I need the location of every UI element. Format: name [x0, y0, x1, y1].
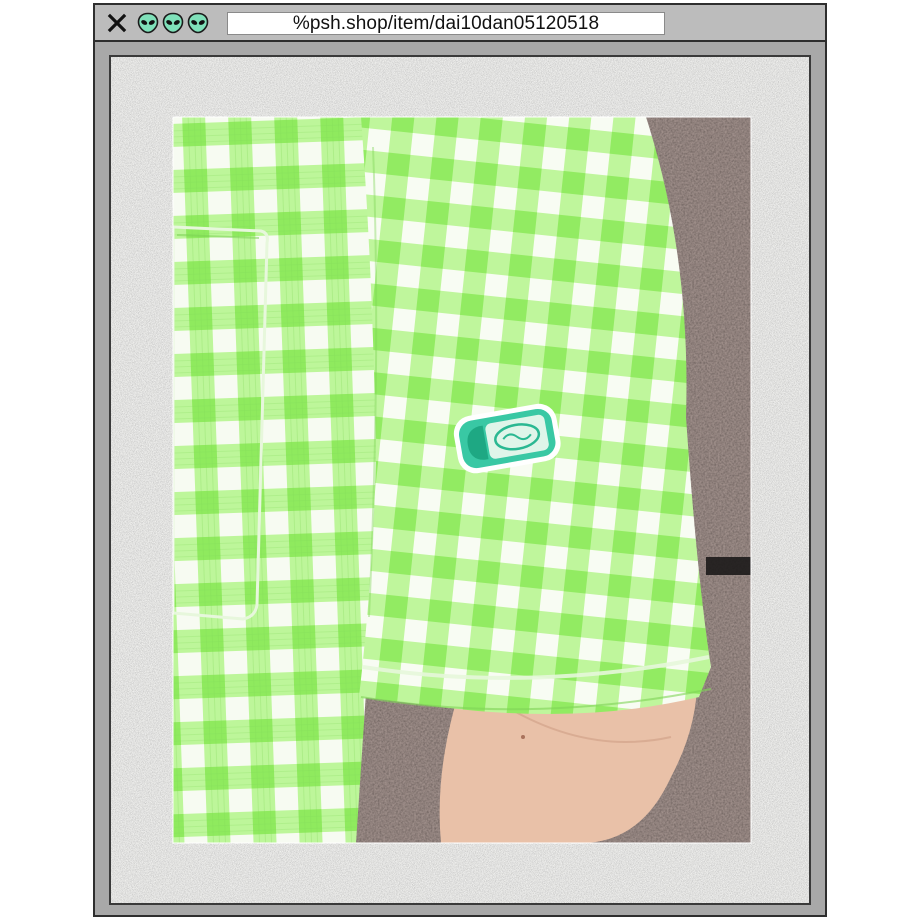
url-text: %psh.shop/item/dai10dan05120518 — [292, 12, 600, 34]
address-bar[interactable]: %psh.shop/item/dai10dan05120518 — [227, 12, 665, 35]
content-area — [109, 55, 811, 905]
shirt-pocket — [173, 225, 269, 621]
alien-icon[interactable] — [137, 12, 159, 34]
close-button[interactable] — [105, 11, 129, 35]
tab-icon-group — [137, 12, 209, 34]
title-bar: %psh.shop/item/dai10dan05120518 — [95, 5, 825, 42]
product-photo-frame — [111, 57, 809, 903]
product-photo — [173, 117, 751, 843]
browser-window: %psh.shop/item/dai10dan05120518 — [93, 3, 827, 917]
alien-icon[interactable] — [162, 12, 184, 34]
close-icon — [107, 13, 127, 33]
alien-icon[interactable] — [187, 12, 209, 34]
